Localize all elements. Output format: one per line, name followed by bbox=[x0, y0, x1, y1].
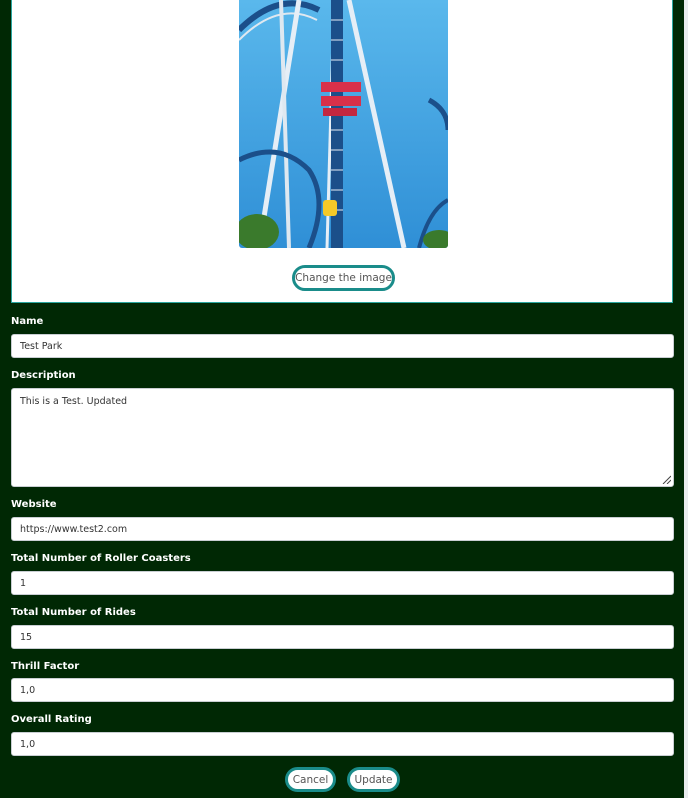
thrill-factor-label: Thrill Factor bbox=[11, 661, 80, 672]
image-panel: Change the image bbox=[11, 0, 673, 303]
description-value: This is a Test. Updated bbox=[20, 396, 128, 407]
cancel-button[interactable]: Cancel bbox=[285, 767, 336, 792]
rides-input[interactable]: 15 bbox=[11, 625, 674, 649]
update-button[interactable]: Update bbox=[347, 767, 400, 792]
website-label: Website bbox=[11, 499, 57, 510]
resize-handle-icon[interactable] bbox=[661, 474, 671, 484]
description-label: Description bbox=[11, 370, 76, 381]
change-image-button[interactable]: Change the image bbox=[292, 265, 395, 291]
park-photo bbox=[239, 0, 448, 248]
thrill-factor-input[interactable]: 1,0 bbox=[11, 678, 674, 702]
roller-coasters-label: Total Number of Roller Coasters bbox=[11, 553, 191, 564]
overall-rating-label: Overall Rating bbox=[11, 714, 92, 725]
overall-rating-input[interactable]: 1,0 bbox=[11, 732, 674, 756]
roller-coasters-input[interactable]: 1 bbox=[11, 571, 674, 595]
description-textarea[interactable]: This is a Test. Updated bbox=[11, 388, 674, 487]
name-label: Name bbox=[11, 316, 44, 327]
scrollbar-track[interactable] bbox=[684, 0, 688, 798]
website-input[interactable]: https://www.test2.com bbox=[11, 517, 674, 541]
name-input[interactable]: Test Park bbox=[11, 334, 674, 358]
rides-label: Total Number of Rides bbox=[11, 607, 136, 618]
